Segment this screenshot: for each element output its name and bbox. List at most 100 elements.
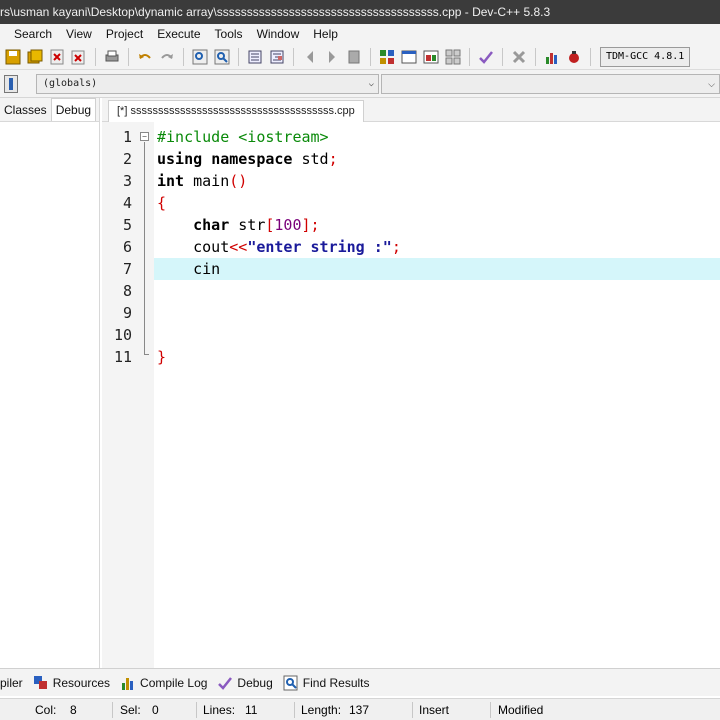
chevron-down-icon: ⌵ [368,78,374,89]
indent-icon[interactable] [246,48,264,66]
save-all-icon[interactable] [26,48,44,66]
file-tab[interactable]: [*] ssssssssssssssssssssssssssssssssssss… [108,100,364,122]
status-separator [112,702,113,718]
code-line[interactable]: int main() [154,170,720,192]
globals-combo[interactable]: (globals) ⌵ [35,73,379,94]
toolbar-separator [293,47,294,66]
toolbar-separator [128,47,129,66]
close-file-icon[interactable] [48,48,66,66]
fold-toggle-icon[interactable]: − [140,132,149,141]
status-state: Modified [498,703,544,717]
line-number: 2 [122,150,132,168]
compile-icon[interactable] [378,48,396,66]
tab-resources[interactable]: Resources [33,675,110,691]
find-icon[interactable] [191,48,209,66]
toolbar-separator [502,47,503,66]
identifier-token: cin [157,260,221,278]
code-text: char str[100]; [157,214,319,236]
toolbar-separator [535,47,536,66]
line-number: 7 [122,260,132,278]
operator-token: << [229,238,248,256]
preprocessor-token: #include <iostream> [157,128,329,146]
line-number: 5 [122,216,132,234]
redo-icon[interactable] [158,48,176,66]
function-combo[interactable]: ⌵ [380,73,720,94]
toolbar-separator [238,47,239,66]
status-separator [490,702,491,718]
tab-find-results[interactable]: Find Results [283,675,370,691]
globals-value: (globals) [42,77,98,89]
menu-window[interactable]: Window [250,24,307,44]
left-panel-tabs: Classes Debug [0,98,99,122]
profile-icon[interactable] [543,48,561,66]
chevron-down-icon: ⌵ [708,78,715,89]
window-title: rs\usman kayani\Desktop\dynamic array\ss… [0,0,720,24]
status-col: 8 [70,703,77,717]
menu-project[interactable]: Project [99,24,150,44]
undo-icon[interactable] [136,48,154,66]
find-results-icon [283,675,299,691]
status-length-label: Length: [301,703,342,717]
operator-token: } [157,348,167,366]
goto-line-icon[interactable] [345,48,363,66]
status-separator [196,702,197,718]
tab-compile-log[interactable]: Compile Log [120,675,207,691]
code-line[interactable]: char str[100]; [154,214,720,236]
operator-token: () [229,172,248,190]
tab-label: piler [0,675,23,690]
code-text: #include <iostream> [157,126,329,148]
code-line[interactable] [154,302,720,324]
code-text: cin [157,258,220,280]
rebuild-icon[interactable] [444,48,462,66]
run-icon[interactable] [400,48,418,66]
bookmark-prev-icon[interactable] [301,48,319,66]
editor-area: [*] ssssssssssssssssssssssssssssssssssss… [102,98,720,668]
unindent-icon[interactable] [268,48,286,66]
compiler-select[interactable]: TDM-GCC 4.8.1 [600,46,691,67]
save-icon[interactable] [4,48,22,66]
code-line[interactable]: #include <iostream> [154,126,720,148]
fold-guide [144,142,145,354]
keyword-token: using [157,150,203,168]
code-editor[interactable]: #include <iostream> using namespace std;… [154,122,720,668]
code-line[interactable]: cout<<"enter string :"; [154,236,720,258]
tab-label: Compile Log [140,675,208,690]
print-icon[interactable] [103,48,121,66]
identifier-token: str [229,216,266,234]
menu-tools[interactable]: Tools [208,24,250,44]
close-all-icon[interactable] [70,48,88,66]
code-line[interactable]: { [154,192,720,214]
menu-help[interactable]: Help [306,24,345,44]
status-sel: 0 [152,703,159,717]
code-text: using namespace std; [157,148,338,170]
code-line[interactable] [154,280,720,302]
line-number: 6 [122,238,132,256]
tab-classes[interactable]: Classes [0,99,51,121]
code-text: int main() [157,170,247,192]
tab-debug-bottom[interactable]: Debug [217,675,273,691]
operator-token: ; [328,150,338,168]
code-line[interactable] [154,324,720,346]
menu-execute[interactable]: Execute [150,24,207,44]
menu-view[interactable]: View [59,24,99,44]
status-separator [294,702,295,718]
stop-icon[interactable] [510,48,528,66]
toolbar-separator [183,47,184,66]
bookmark-next-icon[interactable] [323,48,341,66]
line-number: 9 [122,304,132,322]
check-syntax-icon[interactable] [477,48,495,66]
code-line[interactable]: } [154,346,720,368]
current-code-line[interactable]: cin [154,258,720,280]
left-panel: Classes Debug [0,98,100,668]
debug-icon[interactable] [565,48,583,66]
status-col-label: Col: [35,703,57,717]
tab-compiler[interactable]: piler [0,676,23,690]
compile-run-icon[interactable] [422,48,440,66]
replace-icon[interactable] [213,48,231,66]
class-browser-icon[interactable] [4,74,18,93]
tab-debug[interactable]: Debug [50,98,97,121]
code-line[interactable]: using namespace std; [154,148,720,170]
status-separator [412,702,413,718]
menu-search[interactable]: Search [0,24,59,44]
